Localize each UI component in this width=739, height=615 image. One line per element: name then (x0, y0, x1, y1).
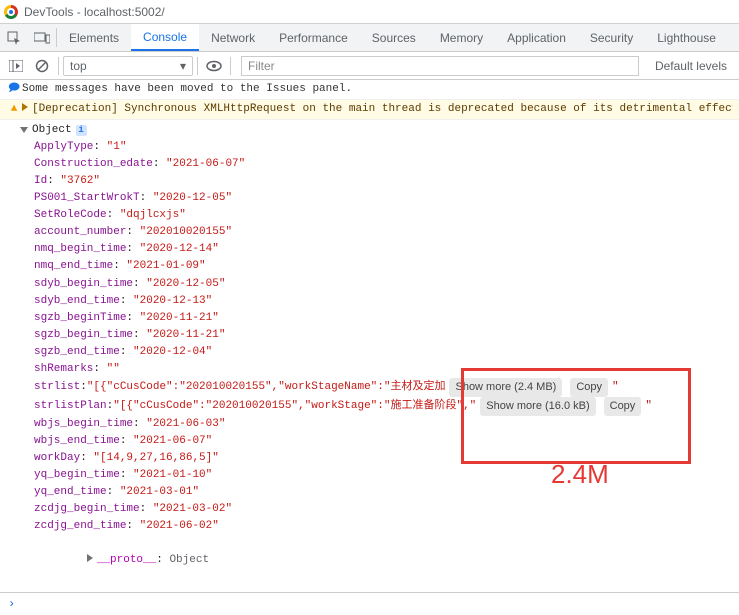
prop-nmq_begin_time: nmq_begin_time: "2020-12-14" (34, 241, 733, 258)
context-select[interactable]: top ▾ (63, 56, 193, 76)
prop-strlist: strlist: "[{"cCusCode":"202010020155","w… (34, 378, 733, 397)
prop-SetRoleCode: SetRoleCode: "dqjlcxjs" (34, 207, 733, 224)
prop-Id: Id: "3762" (34, 173, 733, 190)
collapse-icon[interactable] (20, 127, 28, 133)
tab-sources[interactable]: Sources (360, 24, 428, 51)
prop-wbjs_begin_time: wbjs_begin_time: "2021-06-03" (34, 416, 733, 433)
object-properties: ApplyType: "1" Construction_edate: "2021… (6, 139, 733, 586)
prop-workDay: workDay: "[14,9,27,16,86,5]" (34, 450, 733, 467)
inspect-icon[interactable] (0, 24, 28, 51)
object-label: Object (32, 122, 72, 139)
prop-zcdjg_end_time: zcdjg_end_time: "2021-06-02" (34, 518, 733, 535)
prop-shRemarks: shRemarks: "" (34, 361, 733, 378)
tab-memory[interactable]: Memory (428, 24, 495, 51)
prop-proto[interactable]: __proto__: Object (34, 535, 733, 586)
clear-console-icon[interactable] (30, 54, 54, 78)
prop-sdyb_end_time: sdyb_end_time: "2020-12-13" (34, 293, 733, 310)
console-row-issues: 🗩 Some messages have been moved to the I… (0, 80, 739, 100)
show-more-strlist[interactable]: Show more (2.4 MB) (449, 378, 562, 397)
tab-lighthouse[interactable]: Lighthouse (645, 24, 728, 51)
info-badge-icon[interactable]: i (76, 125, 87, 136)
window-title: DevTools - localhost:5002/ (24, 5, 165, 19)
copy-strlist[interactable]: Copy (570, 378, 608, 397)
live-expression-icon[interactable] (202, 54, 226, 78)
console-row-deprecation: ▲ [Deprecation] Synchronous XMLHttpReque… (0, 100, 739, 120)
chrome-icon (4, 5, 18, 19)
prop-PS001_StartWrokT: PS001_StartWrokT: "2020-12-05" (34, 190, 733, 207)
device-icon[interactable] (28, 24, 56, 51)
prop-wbjs_end_time: wbjs_end_time: "2021-06-07" (34, 433, 733, 450)
levels-select[interactable]: Default levels (647, 59, 735, 73)
sidebar-toggle-icon[interactable] (4, 54, 28, 78)
tab-security[interactable]: Security (578, 24, 645, 51)
prop-zcdjg_begin_time: zcdjg_begin_time: "2021-03-02" (34, 501, 733, 518)
tab-elements[interactable]: Elements (57, 24, 131, 51)
console-object: Object i ApplyType: "1" Construction_eda… (0, 120, 739, 592)
console-output: 🗩 Some messages have been moved to the I… (0, 80, 739, 592)
filter-input[interactable]: Filter (241, 56, 639, 76)
prop-yq_begin_time: yq_begin_time: "2021-01-10" (34, 467, 733, 484)
annotation-label: 2.4M (551, 459, 609, 490)
prop-ApplyType: ApplyType: "1" (34, 139, 733, 156)
tab-performance[interactable]: Performance (267, 24, 360, 51)
window-titlebar: DevTools - localhost:5002/ (0, 0, 739, 24)
prop-sgzb_end_time: sgzb_end_time: "2020-12-04" (34, 344, 733, 361)
copy-strlistplan[interactable]: Copy (604, 397, 642, 416)
issues-message: Some messages have been moved to the Iss… (22, 81, 733, 98)
context-value: top (70, 59, 87, 73)
prop-account_number: account_number: "202010020155" (34, 224, 733, 241)
tab-console[interactable]: Console (131, 24, 199, 51)
deprecation-message: [Deprecation] Synchronous XMLHttpRequest… (22, 101, 733, 118)
prop-yq_end_time: yq_end_time: "2021-03-01" (34, 484, 733, 501)
console-prompt[interactable]: › (0, 592, 739, 615)
prop-Construction_edate: Construction_edate: "2021-06-07" (34, 156, 733, 173)
warning-icon: ▲ (6, 101, 22, 118)
panel-tabbar: Elements Console Network Performance Sou… (0, 24, 739, 52)
tab-network[interactable]: Network (199, 24, 267, 51)
prop-sdyb_begin_time: sdyb_begin_time: "2020-12-05" (34, 276, 733, 293)
tab-application[interactable]: Application (495, 24, 578, 51)
chevron-down-icon: ▾ (180, 59, 186, 73)
prop-sgzb_beginTime: sgzb_beginTime: "2020-11-21" (34, 310, 733, 327)
show-more-strlistplan[interactable]: Show more (16.0 kB) (480, 397, 595, 416)
prop-nmq_end_time: nmq_end_time: "2021-01-09" (34, 258, 733, 275)
expand-icon (87, 554, 93, 562)
prop-sgzb_begin_time: sgzb_begin_time: "2020-11-21" (34, 327, 733, 344)
info-icon: 🗩 (6, 81, 22, 98)
filter-placeholder: Filter (248, 59, 275, 73)
console-toolbar: top ▾ Filter Default levels (0, 52, 739, 80)
prop-strlistPlan: strlistPlan: "[{"cCusCode":"202010020155… (34, 397, 733, 416)
